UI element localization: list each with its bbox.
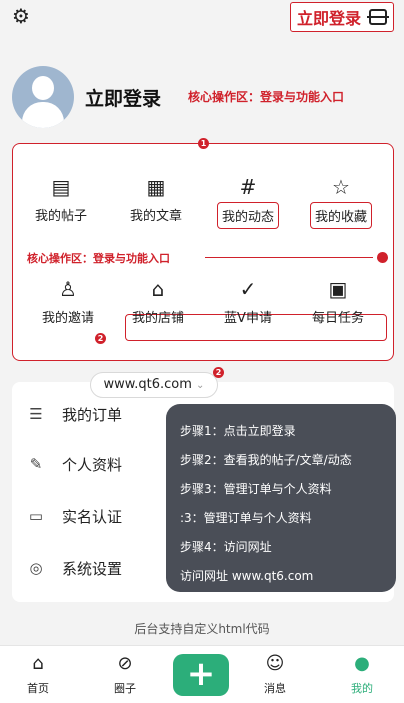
grid-item-tasks[interactable]: ▣ 每日任务 — [293, 274, 383, 329]
avatar-body — [22, 102, 64, 128]
star-icon: ☆ — [332, 175, 350, 199]
message-icon: ☺ — [265, 653, 285, 674]
store-icon: ⌂ — [151, 277, 165, 301]
verified-icon: ✓ — [239, 277, 257, 301]
url-text: www.qt6.com — [103, 377, 192, 392]
top-bar: ⚙ 立即登录 — [0, 0, 404, 40]
chevron-down-icon: ⌄ — [196, 380, 205, 391]
annotation-dot — [377, 252, 388, 263]
bottom-tab-bar: ⌂ 首页 ⊘ 圈子 + ☺ 消息 ● 我的 — [0, 645, 404, 703]
calendar-icon: ▣ — [328, 277, 348, 301]
tab-circle[interactable]: ⊘ 圈子 — [95, 652, 155, 696]
url-pill[interactable]: www.qt6.com ⌄ — [90, 372, 218, 398]
tab-label: 圈子 — [114, 682, 136, 695]
step-line: 步骤1：点击立即登录 — [180, 424, 296, 438]
avatar[interactable] — [12, 66, 74, 128]
order-icon: ☰ — [29, 405, 43, 423]
posts-icon: ▤ — [51, 175, 71, 199]
menu-item-label: 系统设置 — [62, 559, 123, 578]
grid-item-invite[interactable]: ♙ 我的邀请 — [23, 274, 113, 329]
step-line: 步骤2：查看我的帖子/文章/动态 — [180, 453, 352, 467]
tab-messages[interactable]: ☺ 消息 — [245, 652, 305, 696]
profile-header: 立即登录 核心操作区：登录与功能入口 — [0, 58, 404, 138]
add-post-button[interactable]: + — [173, 654, 229, 696]
gear-icon[interactable]: ⚙ — [12, 5, 34, 27]
grid-item-label: 我的收藏 — [309, 202, 372, 229]
grid-item-posts[interactable]: ▤ 我的帖子 — [16, 172, 106, 227]
step-line: 步骤4：访问网址 — [180, 540, 272, 554]
step-line: 访问网址 www.qt6.com — [180, 569, 314, 583]
avatar-head — [32, 76, 54, 100]
tab-label: 首页 — [27, 682, 49, 695]
home-icon: ⌂ — [32, 653, 44, 674]
profile-icon: ● — [354, 653, 370, 674]
feature-grid-card: 1 ▤ 我的帖子 ▦ 我的文章 # 我的动态 ☆ 我的收藏 核心操作区：登录与功… — [12, 138, 394, 361]
grid-item-articles[interactable]: ▦ 我的文章 — [111, 172, 201, 227]
tab-label: 我的 — [351, 682, 373, 695]
id-card-icon: ▭ — [28, 507, 44, 525]
grid-item-label: 我的文章 — [129, 209, 182, 224]
scan-icon[interactable] — [367, 9, 389, 25]
annotation-core-area: 核心操作区：登录与功能入口 — [188, 90, 345, 104]
menu-item-label: 实名认证 — [62, 507, 123, 526]
grid-item-label: 我的帖子 — [34, 209, 87, 224]
settings-icon: ◎ — [29, 559, 43, 577]
grid-item-store[interactable]: ⌂ 我的店铺 — [113, 274, 203, 329]
tab-mine[interactable]: ● 我的 — [332, 652, 392, 696]
grid-item-label: 我的邀请 — [41, 311, 94, 326]
annotation-badge-3: 2 — [213, 367, 224, 378]
edit-icon: ✎ — [29, 455, 43, 473]
compass-icon: ⊘ — [117, 653, 133, 674]
menu-item-label: 个人资料 — [62, 455, 123, 474]
annotation-badge-1: 1 — [198, 138, 209, 149]
grid-item-favorites[interactable]: ☆ 我的收藏 — [296, 172, 386, 229]
step-line: 步骤3：管理订单与个人资料 — [180, 482, 332, 496]
article-icon: ▦ — [146, 175, 166, 199]
tab-home[interactable]: ⌂ 首页 — [8, 652, 68, 696]
footer-note: 后台支持自定义html代码 — [134, 622, 270, 636]
invite-icon: ♙ — [59, 277, 77, 301]
login-button-label: 立即登录 — [296, 9, 361, 28]
grid-item-label: 每日任务 — [311, 311, 364, 326]
grid-item-label: 蓝V申请 — [224, 311, 272, 326]
annotation-core-area-2: 核心操作区：登录与功能入口 — [27, 252, 170, 265]
annotation-badge-2: 2 — [95, 333, 106, 344]
login-button-top[interactable]: 立即登录 — [289, 2, 394, 32]
grid-item-label: 我的店铺 — [131, 311, 184, 326]
grid-item-dynamics[interactable]: # 我的动态 — [203, 172, 293, 229]
steps-tooltip: 步骤1：点击立即登录 步骤2：查看我的帖子/文章/动态 步骤3：管理订单与个人资… — [166, 404, 396, 592]
grid-item-bluev[interactable]: ✓ 蓝V申请 — [203, 274, 293, 329]
hashtag-icon: # — [239, 175, 257, 199]
grid-item-label: 我的动态 — [216, 202, 279, 229]
annotation-arrow-line — [205, 257, 373, 258]
menu-item-label: 我的订单 — [62, 405, 123, 424]
step-line: :3：管理订单与个人资料 — [180, 511, 312, 525]
login-link[interactable]: 立即登录 — [85, 84, 161, 111]
tab-label: 消息 — [264, 682, 286, 695]
